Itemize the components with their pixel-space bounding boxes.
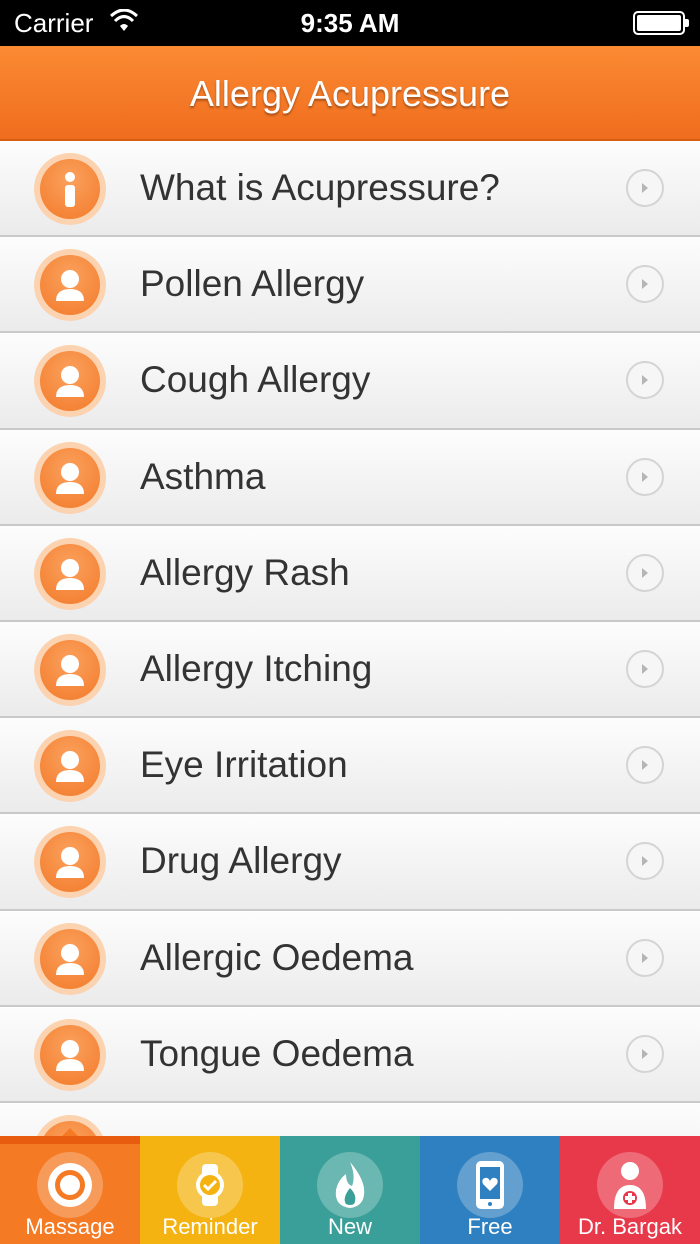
- doctor-icon: [597, 1152, 663, 1218]
- list-item[interactable]: Allergy Rash: [0, 525, 700, 622]
- person-icon: [34, 537, 106, 610]
- person-icon: [34, 730, 106, 803]
- menu-list: What is Acupressure? Pollen Allergy Coug…: [0, 141, 700, 1136]
- status-bar: Carrier 9:35 AM: [0, 0, 700, 46]
- phone-heart-icon: [457, 1152, 523, 1218]
- chevron-right-icon[interactable]: [626, 1034, 664, 1073]
- watch-check-icon: [177, 1152, 243, 1218]
- list-item[interactable]: Allergic Oedema: [0, 910, 700, 1007]
- list-item[interactable]: Eye Irritation: [0, 718, 700, 815]
- list-item-label: Allergic Oedema: [140, 936, 414, 978]
- list-item-label: Eye Irritation: [140, 744, 348, 786]
- person-icon: [34, 922, 106, 995]
- clock: 9:35 AM: [300, 8, 400, 38]
- list-item[interactable]: Pollen Allergy: [0, 237, 700, 334]
- chevron-right-icon[interactable]: [626, 361, 664, 400]
- flame-icon: [317, 1152, 383, 1218]
- list-item[interactable]: Tongue Oedema: [0, 1006, 700, 1103]
- list-item-label: Cough Allergy: [140, 359, 371, 401]
- chevron-right-icon[interactable]: [626, 938, 664, 977]
- tab-label: Dr. Bargak: [578, 1214, 682, 1239]
- list-item-label: Allergy Rash: [140, 551, 350, 593]
- list-item-label: Pollen Allergy: [140, 263, 365, 305]
- list-item-label: Tongue Oedema: [140, 1032, 414, 1074]
- nav-bar: Allergy Acupressure: [0, 46, 700, 141]
- person-icon: [34, 1018, 106, 1091]
- chevron-right-icon[interactable]: [626, 746, 664, 785]
- list-item-label: Drug Allergy: [140, 840, 342, 882]
- chevron-right-icon[interactable]: [626, 553, 664, 592]
- tab-free[interactable]: Free: [420, 1136, 560, 1244]
- list-item-label: Asthma: [140, 455, 266, 497]
- list-item[interactable]: Drug Allergy: [0, 814, 700, 911]
- list-item[interactable]: What is Acupressure?: [0, 141, 700, 238]
- tab-dr-bargak[interactable]: Dr. Bargak: [560, 1136, 700, 1244]
- chevron-right-icon[interactable]: [626, 842, 664, 881]
- chevron-right-icon[interactable]: [626, 265, 664, 304]
- tab-reminder[interactable]: Reminder: [140, 1136, 280, 1244]
- person-icon: [34, 441, 106, 514]
- list-item-label: What is Acupressure?: [140, 167, 500, 208]
- tab-label: New: [327, 1214, 372, 1239]
- person-icon: [34, 249, 106, 322]
- person-icon: [34, 633, 106, 706]
- tab-bar: Massage Reminder New Free Dr. Bargak: [0, 1128, 700, 1244]
- list-item[interactable]: Allergy Itching: [0, 621, 700, 719]
- chevron-right-icon[interactable]: [626, 649, 664, 688]
- chevron-right-icon[interactable]: [626, 457, 664, 496]
- person-icon: [34, 826, 106, 899]
- info-icon: [34, 153, 106, 225]
- chevron-right-icon[interactable]: [626, 169, 664, 207]
- list-item[interactable]: Asthma: [0, 429, 700, 526]
- target-icon: [37, 1152, 103, 1218]
- list-item-partial[interactable]: [0, 1102, 700, 1136]
- list-item[interactable]: Cough Allergy: [0, 333, 700, 430]
- battery-icon: [633, 11, 689, 35]
- list-item-label: Allergy Itching: [140, 647, 373, 689]
- person-icon: [34, 345, 106, 418]
- tab-new[interactable]: New: [280, 1136, 420, 1244]
- page-title: Allergy Acupressure: [189, 73, 511, 114]
- tab-label: Free: [467, 1214, 513, 1239]
- tab-massage[interactable]: Massage: [0, 1128, 140, 1244]
- tab-label: Massage: [25, 1214, 115, 1239]
- tab-label: Reminder: [162, 1214, 258, 1239]
